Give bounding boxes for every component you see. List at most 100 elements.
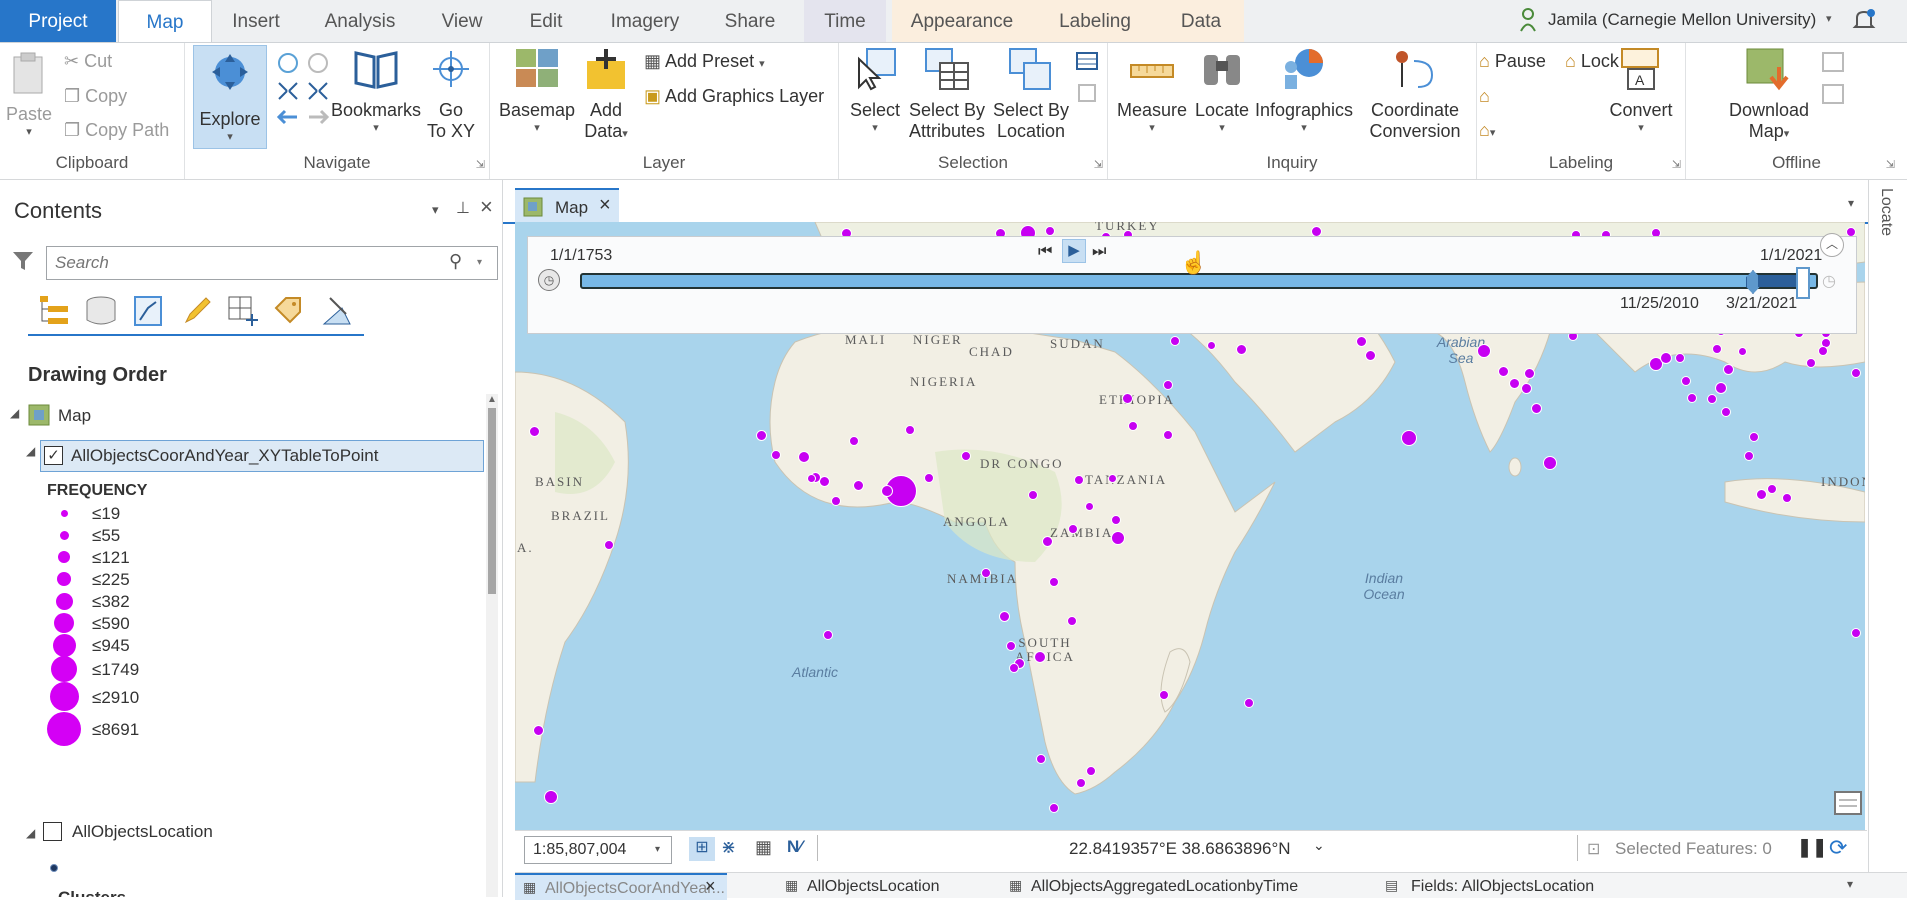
basemap-button[interactable]: Basemap ▾ [498, 47, 576, 134]
scale-chevron-icon[interactable]: ▾ [655, 844, 660, 855]
tab-analysis[interactable]: Analysis [310, 0, 410, 42]
bottom-tab-1[interactable]: ▦ AllObjectsCoorAndYear... × [515, 873, 727, 900]
map-point[interactable] [1107, 473, 1117, 483]
map-point[interactable] [1721, 407, 1731, 417]
list-by-source-icon[interactable] [84, 294, 118, 333]
map-point[interactable] [1675, 353, 1685, 363]
map-point[interactable] [1121, 392, 1133, 404]
pause-labeling-button[interactable]: ⌂ Pause [1479, 51, 1546, 72]
map-point[interactable] [1128, 421, 1138, 431]
grid-toggle-icon[interactable]: ⋇ [721, 837, 736, 858]
map-point[interactable] [924, 473, 934, 483]
locate-side-pane-label[interactable]: Locate [1877, 188, 1895, 236]
map-node-label[interactable]: Map [58, 406, 91, 426]
map-point[interactable] [1520, 382, 1532, 394]
layer2-expand-chevron-icon[interactable]: ◢ [26, 826, 35, 840]
map-point[interactable] [1049, 577, 1059, 587]
coordinate-conversion-button[interactable]: Coordinate Conversion [1362, 47, 1468, 142]
add-preset-button[interactable]: ▦ Add Preset ▾ [644, 51, 765, 72]
map-point[interactable] [532, 724, 544, 736]
bookmarks-button[interactable]: Bookmarks ▾ [331, 47, 421, 134]
map-point[interactable] [1068, 524, 1078, 534]
tab-insert[interactable]: Insert [216, 0, 296, 42]
map-point[interactable] [1163, 380, 1173, 390]
map-point[interactable] [1687, 393, 1697, 403]
map-point[interactable] [1045, 226, 1055, 236]
contents-search-box[interactable]: ⚲ ▾ [46, 246, 498, 280]
map-point[interactable] [1235, 343, 1247, 355]
map-view-tab[interactable]: Map × [515, 188, 619, 224]
user-menu-chevron-icon[interactable]: ▾ [1826, 12, 1832, 25]
labeling-launcher-icon[interactable]: ⇲ [1672, 158, 1681, 171]
list-by-snapping-icon[interactable] [226, 294, 260, 333]
close-bottom-tab-icon[interactable]: × [705, 876, 716, 897]
list-by-labeling-icon[interactable] [272, 294, 306, 333]
map-point[interactable] [1715, 382, 1727, 394]
tab-imagery[interactable]: Imagery [596, 0, 694, 42]
map-point[interactable] [1006, 641, 1016, 651]
map-point[interactable] [1707, 394, 1717, 404]
map-point[interactable] [1508, 377, 1520, 389]
select-by-location-button[interactable]: Select By Location [989, 47, 1073, 142]
map-point[interactable] [1497, 365, 1509, 377]
snapping-toggle-icon[interactable]: ⊞ [689, 837, 715, 861]
map-point[interactable] [1851, 628, 1861, 638]
cut-button[interactable]: ✂ Cut [64, 51, 112, 72]
measure-button[interactable]: Measure ▾ [1116, 47, 1188, 134]
infographics-button[interactable]: Infographics ▾ [1254, 47, 1354, 134]
map-point[interactable] [1722, 363, 1734, 375]
layer2-label[interactable]: AllObjectsLocation [72, 822, 213, 842]
label-options-icon[interactable]: ⌂▾ [1479, 120, 1495, 141]
map-point[interactable] [1067, 616, 1077, 626]
close-pane-icon[interactable]: × [480, 194, 493, 220]
collapse-slider-icon[interactable]: ︿ [1820, 233, 1844, 257]
unplaced-labels-icon[interactable]: ⌂ [1479, 86, 1490, 107]
map-point[interactable] [823, 630, 833, 640]
filter-icon[interactable] [12, 250, 34, 277]
explore-button[interactable]: Explore ▾ [193, 45, 267, 149]
map-point[interactable] [544, 790, 558, 804]
constraints-toggle-icon[interactable]: ▦ [755, 837, 772, 858]
map-point[interactable] [1076, 778, 1086, 788]
navigate-launcher-icon[interactable]: ⇲ [476, 158, 485, 171]
map-point[interactable] [1851, 368, 1861, 378]
map-point[interactable] [1818, 346, 1828, 356]
map-point[interactable] [755, 429, 767, 441]
search-icon[interactable]: ⚲ [449, 251, 462, 272]
attribute-table-icon[interactable] [1075, 51, 1099, 116]
add-data-button[interactable]: Add Data▾ [578, 47, 634, 142]
map-point[interactable] [1074, 475, 1084, 485]
full-extent-icon[interactable] [273, 51, 333, 148]
map-point[interactable] [881, 485, 893, 497]
map-point[interactable] [849, 436, 859, 446]
notification-bell-icon[interactable] [1852, 8, 1876, 37]
map-point[interactable] [998, 610, 1010, 622]
map-point[interactable] [1111, 515, 1121, 525]
map-point[interactable] [1036, 754, 1046, 764]
map-point[interactable] [1170, 336, 1180, 346]
play-button-icon[interactable]: ▶ [1062, 239, 1086, 263]
map-point[interactable] [604, 540, 614, 550]
select-by-attributes-button[interactable]: Select By Attributes [905, 47, 989, 142]
layer1-expand-chevron-icon[interactable]: ◢ [26, 444, 35, 458]
map-scale-dropdown[interactable]: 1:85,807,004 ▾ [524, 836, 672, 864]
layer1-visibility-checkbox[interactable]: ✓ [44, 446, 63, 465]
map-point[interactable] [806, 473, 816, 483]
map-point[interactable] [1084, 501, 1094, 511]
map-point[interactable] [1028, 490, 1038, 500]
map-point[interactable] [831, 496, 841, 506]
time-extent-clock-icon[interactable]: ◷ [1822, 271, 1836, 291]
map-point[interactable] [1749, 432, 1759, 442]
tab-labeling[interactable]: Labeling [1032, 0, 1158, 42]
tab-appearance[interactable]: Appearance [892, 0, 1032, 42]
map-point[interactable] [1767, 484, 1777, 494]
locate-button[interactable]: Locate ▾ [1192, 47, 1252, 134]
pause-drawing-icon[interactable]: ❚❚ [1797, 837, 1827, 858]
map-point[interactable] [981, 568, 991, 578]
map-point[interactable] [1206, 340, 1216, 350]
download-map-button[interactable]: Download Map▾ [1724, 47, 1814, 142]
map-expand-chevron-icon[interactable]: ◢ [10, 406, 19, 420]
map-point[interactable] [1681, 376, 1691, 386]
tab-data[interactable]: Data [1158, 0, 1244, 42]
map-point[interactable] [1163, 430, 1173, 440]
